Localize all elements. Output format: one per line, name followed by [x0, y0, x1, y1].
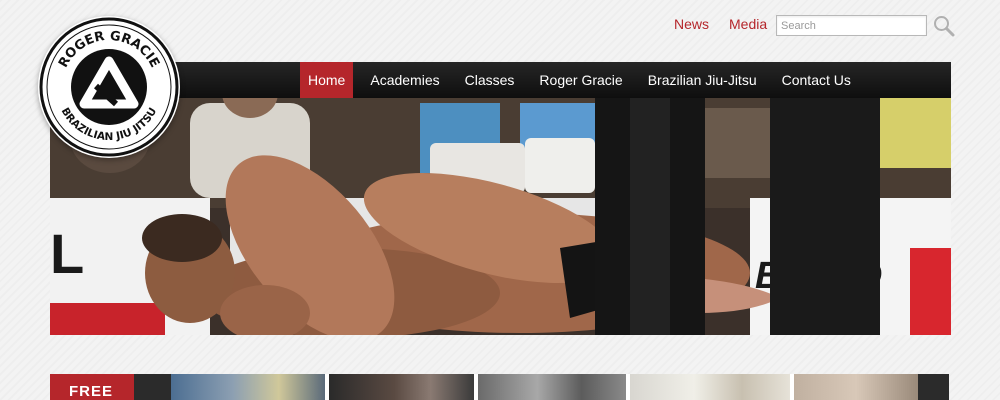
promo-strip: FREE — [50, 374, 949, 400]
free-tab[interactable]: FREE — [50, 374, 134, 400]
carousel-thumb[interactable] — [171, 374, 325, 400]
top-links: News Media — [674, 16, 767, 32]
carousel-prev-button[interactable] — [134, 374, 171, 400]
search-box — [776, 15, 927, 36]
thumbnail-carousel — [134, 374, 949, 400]
carousel-next-button[interactable] — [918, 374, 949, 400]
nav-item-academies[interactable]: Academies — [362, 62, 447, 98]
svg-text:L: L — [50, 222, 84, 285]
nav-item-home[interactable]: Home — [300, 62, 354, 98]
free-tab-label: FREE — [69, 383, 114, 400]
nav-item-classes[interactable]: Classes — [457, 62, 523, 98]
nav-item-roger-gracie[interactable]: Roger Gracie — [531, 62, 630, 98]
carousel-thumb[interactable] — [329, 374, 474, 400]
nav-item-contact-us[interactable]: Contact Us — [774, 62, 859, 98]
carousel-thumb[interactable] — [794, 374, 918, 400]
roger-gracie-logo[interactable]: ROGER GRACIE BRAZILIAN JIU JITSU — [38, 16, 180, 158]
search-input[interactable] — [776, 15, 927, 36]
carousel-thumb[interactable] — [630, 374, 790, 400]
nav-item-brazilian-jiu-jitsu[interactable]: Brazilian Jiu-Jitsu — [640, 62, 765, 98]
search-icon[interactable] — [933, 15, 955, 37]
main-nav: Home Academies Classes Roger Gracie Braz… — [150, 62, 951, 98]
hero-image: L B D — [50, 98, 951, 335]
media-link[interactable]: Media — [729, 16, 767, 32]
news-link[interactable]: News — [674, 16, 709, 32]
carousel-thumb[interactable] — [478, 374, 626, 400]
